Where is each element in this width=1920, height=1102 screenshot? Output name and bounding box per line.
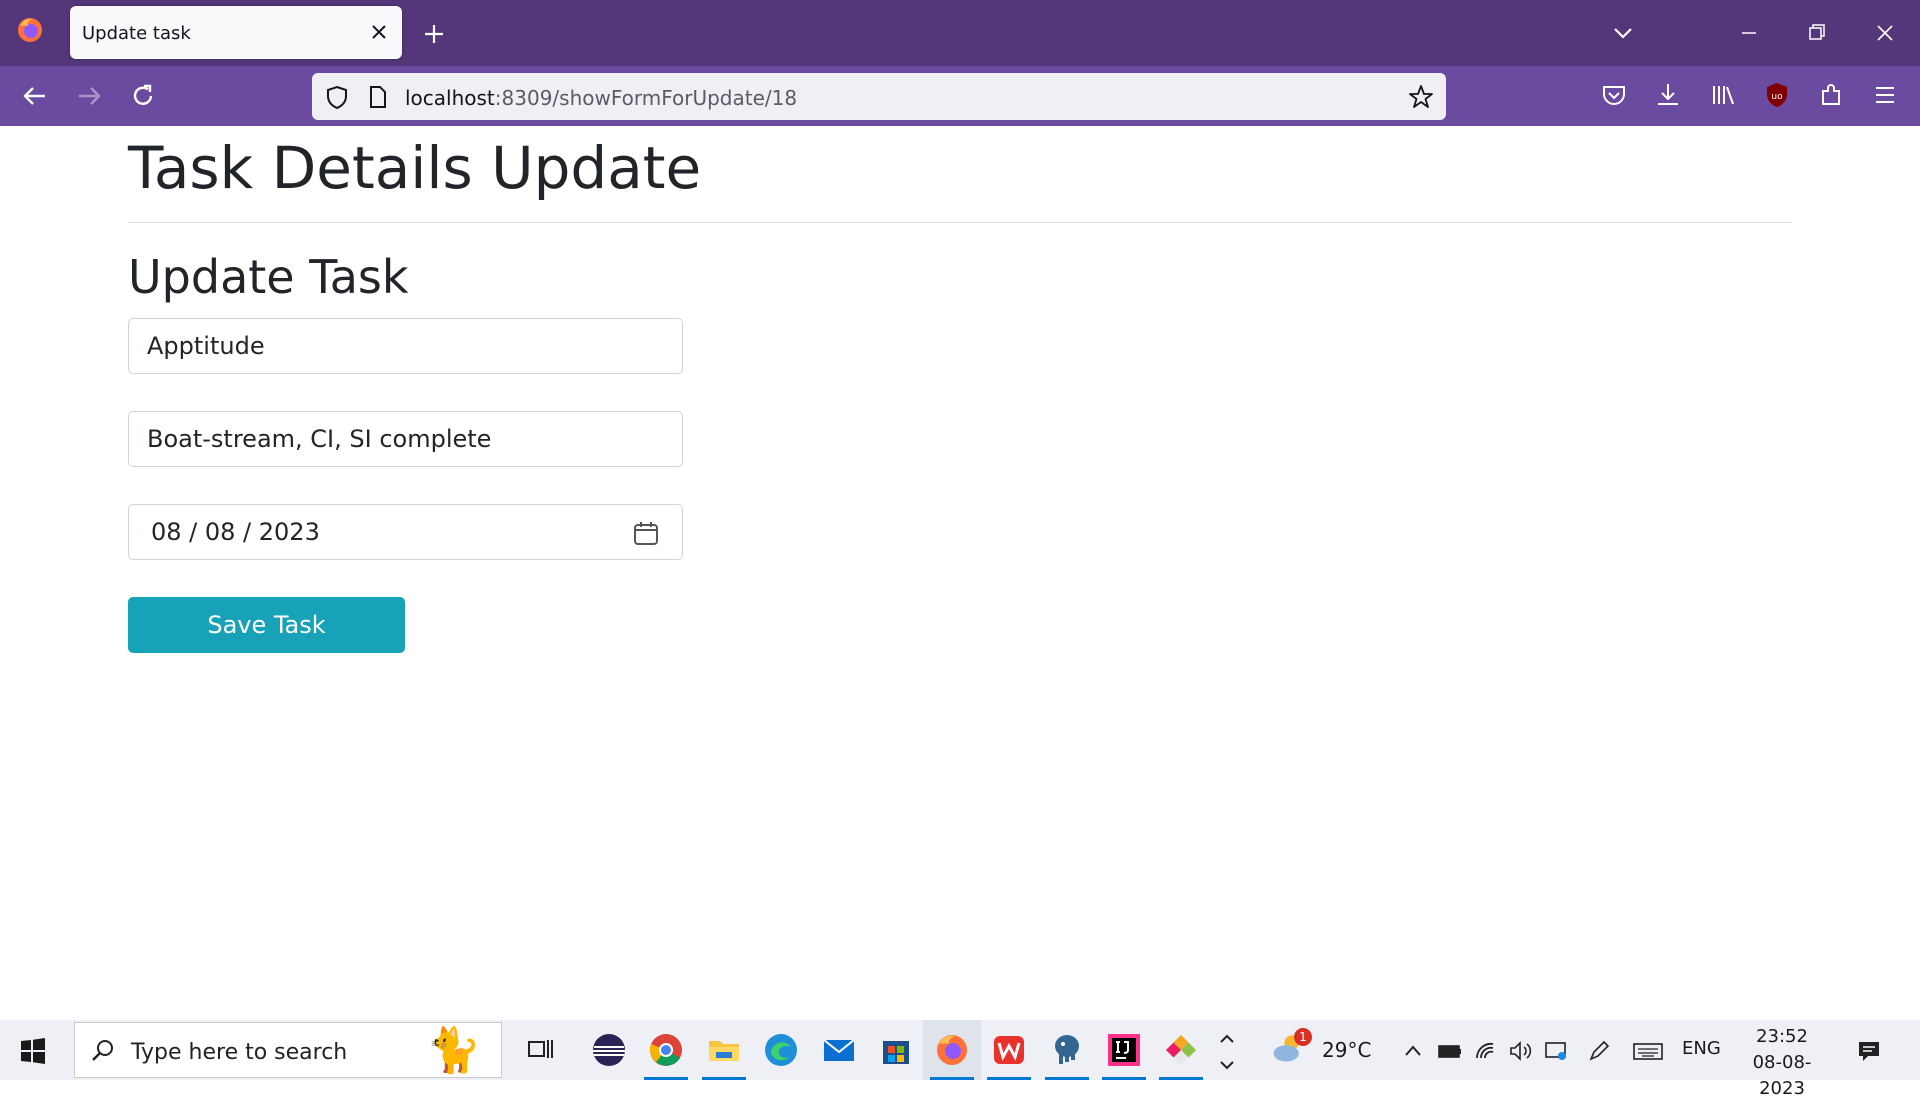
tracking-protection-shield-icon[interactable] (324, 84, 350, 110)
minimize-icon[interactable] (1734, 18, 1764, 48)
search-icon (92, 1040, 113, 1061)
task-name-input[interactable]: Apptitude (128, 318, 683, 374)
pocket-icon[interactable] (1599, 80, 1629, 110)
url-host: localhost (405, 86, 495, 110)
browser-tab-bar: Update task (0, 0, 1920, 66)
show-hidden-icons-chevron-icon[interactable] (1400, 1038, 1426, 1064)
back-icon[interactable] (18, 79, 52, 113)
system-clock[interactable]: 23:52 08-08-2023 (1736, 1024, 1828, 1102)
file-explorer-icon[interactable] (706, 1032, 742, 1068)
battery-icon[interactable] (1437, 1038, 1463, 1064)
chrome-app-icon[interactable] (648, 1032, 684, 1068)
url-text: localhost:8309/showFormForUpdate/18 (405, 86, 797, 110)
clock-time: 23:52 (1756, 1026, 1808, 1047)
address-bar[interactable]: localhost:8309/showFormForUpdate/18 (312, 73, 1446, 120)
volume-icon[interactable] (1507, 1038, 1533, 1064)
new-tab-icon[interactable] (420, 20, 448, 48)
wifi-icon[interactable] (1473, 1038, 1499, 1064)
microsoft-store-icon[interactable] (878, 1032, 914, 1068)
search-placeholder: Type here to search (131, 1040, 348, 1065)
input-language[interactable]: ENG (1682, 1038, 1721, 1059)
action-center-notification-icon[interactable] (1856, 1038, 1882, 1064)
calendar-icon[interactable] (632, 519, 660, 547)
git-tool-icon[interactable] (1163, 1032, 1199, 1068)
save-task-button[interactable]: Save Task (128, 597, 405, 653)
menu-icon[interactable] (1870, 80, 1900, 110)
mail-app-icon[interactable] (821, 1032, 857, 1068)
tab-update-task[interactable]: Update task (70, 6, 402, 59)
weather-badge: 1 (1294, 1028, 1312, 1046)
reload-icon[interactable] (126, 79, 160, 113)
page-title: Task Details Update (128, 134, 702, 202)
touch-keyboard-icon[interactable] (1632, 1038, 1664, 1064)
taskbar-search-box[interactable]: Type here to search 🐈 (74, 1022, 502, 1078)
scroll-up-chevron-icon[interactable] (1214, 1026, 1240, 1052)
postgresql-icon[interactable] (1049, 1032, 1085, 1068)
intellij-idea-icon[interactable] (1106, 1032, 1142, 1068)
eclipse-app-icon[interactable] (591, 1032, 627, 1068)
windows-start-icon[interactable] (18, 1036, 48, 1066)
form-heading: Update Task (128, 250, 409, 304)
page-content: Task Details Update Update Task Apptitud… (0, 126, 1920, 1020)
ublock-origin-icon[interactable]: uo (1762, 80, 1792, 110)
library-icon[interactable] (1708, 80, 1738, 110)
task-name-value: Apptitude (147, 332, 265, 360)
edge-app-icon[interactable] (763, 1032, 799, 1068)
firefox-app-icon[interactable] (934, 1032, 970, 1068)
close-tab-icon[interactable] (366, 19, 392, 45)
firefox-logo-icon[interactable] (16, 16, 44, 44)
tab-title: Update task (82, 23, 191, 44)
weather-temperature[interactable]: 29°C (1322, 1038, 1371, 1062)
cat-illustration-icon: 🐈 (426, 1025, 481, 1076)
clock-date: 08-08-2023 (1752, 1052, 1812, 1099)
task-date-value: 08 / 08 / 2023 (151, 518, 320, 546)
task-date-input[interactable]: 08 / 08 / 2023 (128, 504, 683, 560)
forward-icon[interactable] (72, 79, 106, 113)
restore-icon[interactable] (1802, 18, 1832, 48)
list-all-tabs-icon[interactable] (1608, 18, 1638, 48)
bookmark-star-icon[interactable] (1408, 84, 1434, 110)
browser-nav-bar: localhost:8309/showFormForUpdate/18 uo (0, 66, 1920, 126)
svg-text:uo: uo (1771, 92, 1783, 102)
pen-workspace-icon[interactable] (1586, 1038, 1612, 1064)
display-connect-icon[interactable] (1543, 1038, 1569, 1064)
task-description-value: Boat-stream, CI, SI complete (147, 425, 492, 453)
close-window-icon[interactable] (1870, 18, 1900, 48)
extensions-icon[interactable] (1816, 80, 1846, 110)
url-path: :8309/showFormForUpdate/18 (494, 86, 798, 110)
windows-taskbar: Type here to search 🐈 1 29°C ENG 23:52 0… (0, 1020, 1920, 1099)
wps-office-icon[interactable] (991, 1032, 1027, 1068)
downloads-icon[interactable] (1653, 80, 1683, 110)
page-info-icon[interactable] (364, 84, 390, 110)
task-description-input[interactable]: Boat-stream, CI, SI complete (128, 411, 683, 467)
divider (128, 222, 1792, 223)
task-view-icon[interactable] (522, 1032, 558, 1068)
scroll-down-chevron-icon[interactable] (1214, 1052, 1240, 1078)
